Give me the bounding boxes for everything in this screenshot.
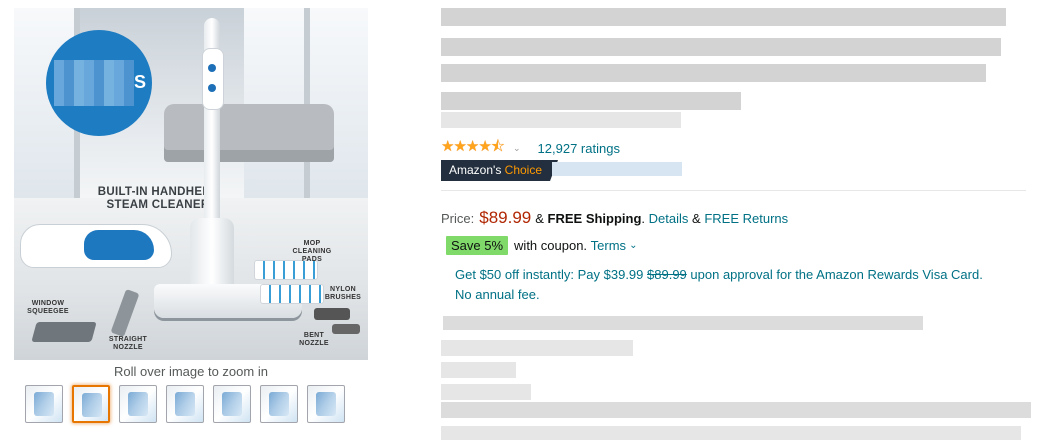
details-link[interactable]: Details (649, 211, 689, 226)
background-sofa (164, 104, 334, 162)
badge-prefix: Amazon's (449, 163, 502, 177)
blurred-title-line (441, 38, 1001, 56)
blurred-text-line (441, 384, 531, 400)
offer-text: No annual fee. (455, 287, 540, 302)
amp-text: & (535, 211, 544, 226)
steam-mop-handle (202, 48, 224, 110)
offer-text: Get $50 off instantly: Pay $39.99 (455, 267, 644, 282)
coupon-badge[interactable]: Save 5% (446, 236, 509, 255)
blurred-text-line (441, 402, 1031, 418)
blurred-title-line (441, 8, 1006, 26)
main-product-image[interactable]: S BUILT-IN HANDHELD STEAM CLEANER MOP CL… (14, 8, 368, 360)
handheld-steamer-tank (84, 230, 154, 260)
nylon-brushes-label: NYLON BRUSHES (324, 286, 362, 301)
price-row: Price: $89.99 & FREE Shipping. Details &… (441, 208, 789, 227)
brush-accessory (314, 308, 350, 320)
free-returns-link[interactable]: FREE Returns (704, 211, 788, 226)
price-value: $89.99 (479, 208, 532, 227)
window-squeegee-accessory (31, 322, 97, 342)
star-rating-icon[interactable]: ★★★★⯪ (441, 136, 505, 161)
coupon-terms-link[interactable]: Terms (591, 238, 626, 253)
chevron-down-icon[interactable]: ⌄ (513, 143, 521, 154)
thumbnail[interactable] (25, 385, 63, 423)
brush-accessory (332, 324, 360, 334)
coupon-text: with coupon. (514, 238, 588, 253)
mop-pad (260, 284, 324, 304)
background-window (310, 8, 368, 198)
chevron-down-icon[interactable]: ⌄ (629, 240, 637, 251)
zoom-hint: Roll over image to zoom in (114, 364, 268, 379)
thumbnail-strip (25, 385, 345, 423)
amazons-choice-badge[interactable]: Amazon's Choice (441, 160, 558, 181)
mop-button (208, 64, 216, 72)
blurred-brand-logo (54, 60, 134, 106)
blurred-title-line (441, 64, 986, 82)
steam-mop-body (190, 218, 234, 294)
thumbnail-selected[interactable] (72, 385, 110, 423)
offer-text: upon approval for the Amazon Rewards Vis… (690, 267, 983, 282)
ratings-count-link[interactable]: 12,927 ratings (538, 141, 620, 156)
thumbnail[interactable] (260, 385, 298, 423)
blurred-choice-keyword (552, 162, 682, 176)
blurred-text-line (443, 316, 923, 330)
mop-button (208, 84, 216, 92)
rating-row: ★★★★⯪ ⌄ 12,927 ratings (441, 136, 620, 161)
blurred-text-line (441, 426, 1021, 440)
amp-text: & (692, 211, 701, 226)
window-squeegee-label: WINDOW SQUEEGEE (27, 300, 69, 315)
blurred-text-line (441, 340, 633, 356)
thumbnail[interactable] (166, 385, 204, 423)
thumbnail[interactable] (307, 385, 345, 423)
straight-nozzle-label: STRAIGHT NOZZLE (108, 336, 148, 351)
thumbnail[interactable] (119, 385, 157, 423)
background-window (244, 8, 310, 198)
bent-nozzle-label: BENT NOZZLE (299, 332, 329, 347)
offer-old-price: $89.99 (647, 267, 687, 282)
blurred-brand-link (441, 112, 681, 128)
coupon-row: Save 5% with coupon. Terms ⌄ (446, 236, 637, 255)
badge-highlight: Choice (504, 163, 543, 177)
rewards-card-offer[interactable]: Get $50 off instantly: Pay $39.99 $89.99… (455, 265, 1015, 305)
price-label: Price: (441, 211, 475, 226)
free-shipping-text: FREE Shipping (547, 211, 642, 226)
blurred-text-line (441, 362, 516, 378)
thumbnail[interactable] (213, 385, 251, 423)
brand-badge-suffix: S (134, 72, 147, 92)
section-divider (441, 190, 1026, 191)
blurred-title-line (441, 92, 741, 110)
mop-pads-label: MOP CLEANING PADS (292, 240, 332, 263)
